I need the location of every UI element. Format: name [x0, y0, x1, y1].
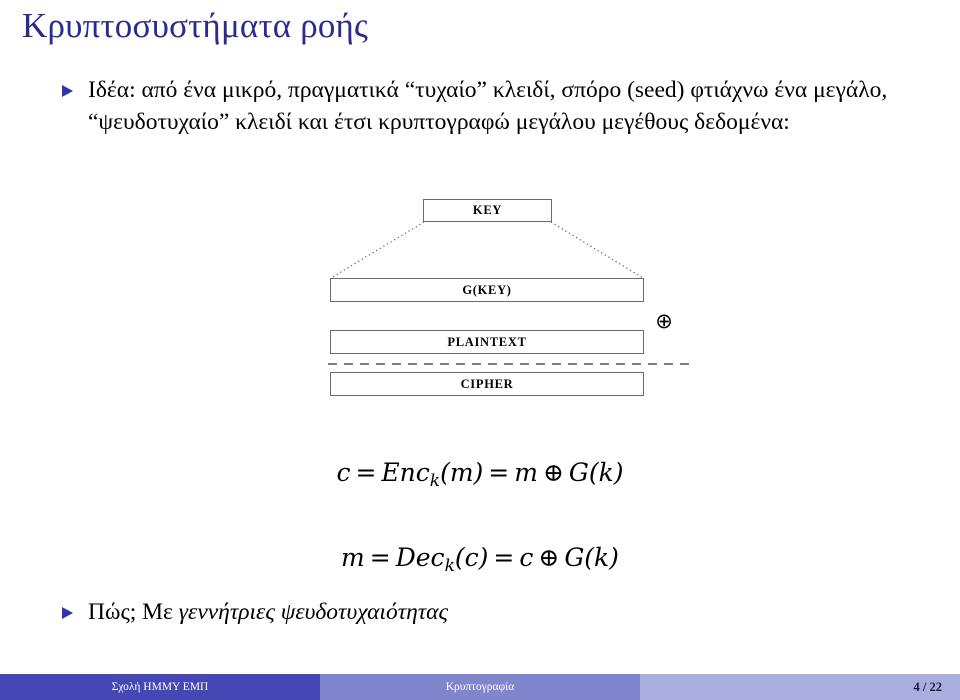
bullet-item-how: Πώς; Με γεννήτριες ψευδοτυχαιότητας: [62, 596, 942, 628]
bullet-item-how-label-italic: γεννήτριες ψευδοτυχαιότητας: [178, 599, 449, 625]
formula-decrypt-rhs-op: ⊕: [538, 543, 560, 572]
bullet-item-how-label: Πώς; Με γεννήτριες ψευδοτυχαιότητας: [88, 596, 448, 628]
formula-encrypt-fn: Enc: [381, 458, 430, 487]
page-title: Κρυπτοσυστήματα ροής: [22, 6, 369, 45]
formula-encrypt-fn-sub: k: [429, 471, 441, 492]
formula-decrypt: m = Deck(c) = c ⊕ G(k): [0, 543, 960, 576]
bullet-item-how-label-plain: Πώς; Με: [88, 599, 179, 625]
diagram-box-cipher: CIPHER: [330, 372, 644, 396]
formula-encrypt-lhs: c: [336, 458, 351, 487]
xor-icon: ⊕: [655, 309, 673, 333]
formula-decrypt-fn-arg: (c): [454, 543, 489, 572]
formula-encrypt-eq1: =: [355, 458, 377, 487]
formula-decrypt-rhs-fn: G(k): [564, 543, 619, 572]
slide-footer: Σχολή ΗΜΜΥ ΕΜΠ Κρυπτογραφία 4 / 22: [0, 674, 960, 700]
formula-encrypt-rhs-var: m: [514, 458, 538, 487]
formula-decrypt-lhs: m: [341, 543, 365, 572]
formula-decrypt-fn-sub: k: [444, 556, 455, 577]
formula-encrypt-rhs-fn: G(k): [568, 458, 624, 487]
connector-key-to-gkey-left: [330, 221, 425, 279]
formula-encrypt-rhs-op: ⊕: [542, 458, 564, 487]
footer-institution: Σχολή ΗΜΜΥ ΕΜΠ: [0, 674, 320, 700]
triangle-right-icon: [62, 85, 73, 97]
footer-page-number: 4 / 22: [640, 674, 960, 700]
formula-encrypt-eq2: =: [488, 458, 510, 487]
formula-decrypt-fn: Dec: [395, 543, 445, 572]
bullet-item-idea-label: Ιδέα: από ένα μικρό, πραγματικά “τυχαίο”…: [88, 77, 888, 136]
footer-course-title: Κρυπτογραφία: [320, 674, 640, 700]
formula-decrypt-eq1: =: [369, 543, 391, 572]
formula-decrypt-rhs-var: c: [519, 543, 534, 572]
formula-decrypt-eq2: =: [493, 543, 515, 572]
diagram-box-plaintext: PLAINTEXT: [330, 330, 644, 354]
connector-key-to-gkey-right: [550, 221, 644, 279]
formula-encrypt-fn-arg: (m): [440, 458, 484, 487]
triangle-right-icon: [62, 607, 73, 619]
bullet-item-idea: Ιδέα: από ένα μικρό, πραγματικά “τυχαίο”…: [62, 74, 942, 138]
diagram-box-gkey: G(KEY): [330, 278, 644, 302]
diagram-box-key: KEY: [423, 199, 552, 222]
formula-encrypt: c = Enck(m) = m ⊕ G(k): [0, 458, 960, 491]
